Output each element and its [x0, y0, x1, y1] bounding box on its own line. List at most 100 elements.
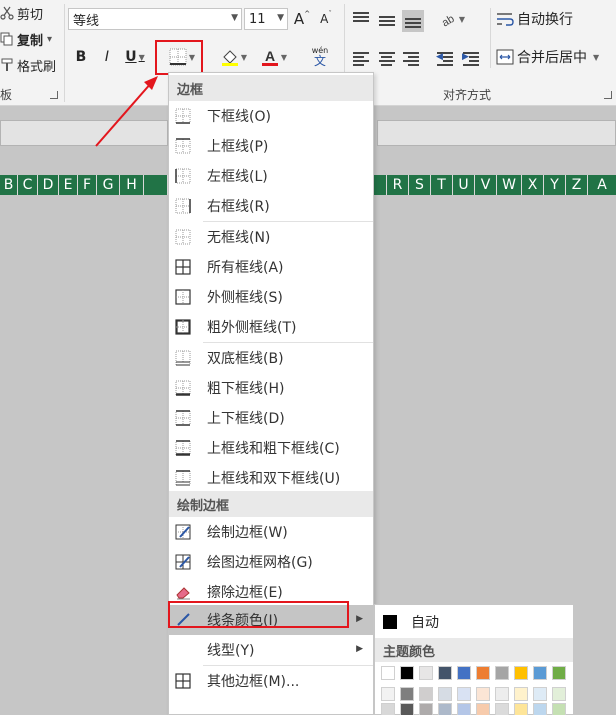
color-swatch[interactable] [419, 687, 433, 701]
color-swatch[interactable] [476, 666, 490, 680]
bottom-align-icon[interactable] [402, 10, 424, 32]
grow-font-button[interactable]: A ^ [292, 8, 312, 30]
column-header-u[interactable]: U [453, 175, 475, 195]
fill-color-button[interactable]: ▼ [216, 46, 252, 68]
column-header-q[interactable] [374, 175, 387, 195]
color-swatch[interactable] [381, 703, 395, 715]
color-swatch[interactable] [438, 687, 452, 701]
menu-item-thick-outside-borders[interactable]: 粗外侧框线(T) [169, 312, 373, 342]
color-swatch[interactable] [419, 703, 433, 715]
color-swatch[interactable] [533, 703, 547, 715]
color-swatch[interactable] [533, 666, 547, 680]
increase-indent-icon[interactable]: ▶ [462, 50, 480, 66]
color-swatch[interactable] [419, 666, 433, 680]
menu-item-label: 粗外侧框线(T) [207, 320, 297, 336]
align-center-icon[interactable] [378, 50, 396, 66]
auto-color-label: 自动 [411, 615, 439, 631]
underline-button[interactable]: U ▼ [122, 46, 148, 68]
middle-align-icon[interactable] [378, 12, 396, 28]
menu-item-draw-border-grid[interactable]: 绘图边框网格(G) [169, 547, 373, 577]
menu-item-label: 上框线和粗下框线(C) [207, 441, 340, 457]
column-header-v[interactable]: V [475, 175, 497, 195]
align-left-icon[interactable] [352, 50, 370, 66]
column-header-b[interactable]: B [0, 175, 18, 195]
color-swatch[interactable] [438, 666, 452, 680]
wrap-text-button[interactable]: 自动换行 [496, 8, 596, 30]
column-header-g[interactable]: G [97, 175, 120, 195]
font-name-select[interactable]: 等线 ▼ [68, 8, 242, 30]
phonetic-button[interactable]: wén 文 [302, 42, 338, 72]
cut-button[interactable]: 剪切 [0, 2, 43, 24]
color-swatch[interactable] [495, 687, 509, 701]
color-swatch[interactable] [514, 703, 528, 715]
menu-item-no-border[interactable]: 无框线(N) [169, 222, 373, 252]
copy-dropdown-icon[interactable]: ▾ [47, 34, 52, 45]
alignment-launcher-icon[interactable] [604, 91, 612, 99]
column-header-e[interactable]: E [59, 175, 78, 195]
column-header-f[interactable]: F [78, 175, 97, 195]
paint-bucket-icon [221, 50, 238, 66]
column-header-x[interactable]: X [522, 175, 544, 195]
column-header-i[interactable] [144, 175, 168, 195]
color-swatch[interactable] [552, 703, 566, 715]
color-swatch[interactable] [400, 666, 414, 680]
menu-item-all-borders[interactable]: 所有框线(A) [169, 252, 373, 282]
orientation-button[interactable]: ab ▼ [434, 8, 470, 30]
color-swatch[interactable] [514, 687, 528, 701]
bold-button[interactable]: B [72, 46, 90, 68]
color-swatch[interactable] [476, 703, 490, 715]
color-swatch[interactable] [495, 703, 509, 715]
column-header-s[interactable]: S [409, 175, 431, 195]
color-swatch[interactable] [400, 687, 414, 701]
color-swatch[interactable] [400, 703, 414, 715]
color-swatch[interactable] [381, 687, 395, 701]
column-header-w[interactable]: W [497, 175, 522, 195]
menu-item-more-borders[interactable]: 其他边框(M)... [169, 666, 373, 696]
menu-item-bottom-border[interactable]: 下框线(O) [169, 101, 373, 131]
shrink-font-button[interactable]: Aˇ [316, 8, 336, 30]
menu-item-top-double-bottom-border[interactable]: 上框线和双下框线(U) [169, 463, 373, 493]
column-header-t[interactable]: T [431, 175, 453, 195]
italic-button[interactable]: I [98, 46, 116, 68]
menu-item-double-bottom-border[interactable]: 双底框线(B) [169, 343, 373, 373]
align-right-icon[interactable] [402, 50, 420, 66]
color-swatch[interactable] [533, 687, 547, 701]
color-swatch[interactable] [495, 666, 509, 680]
column-header-y[interactable]: Y [544, 175, 566, 195]
column-header-r[interactable]: R [387, 175, 409, 195]
color-swatch[interactable] [438, 703, 452, 715]
color-swatch[interactable] [476, 687, 490, 701]
color-swatch[interactable] [552, 687, 566, 701]
column-header-h[interactable]: H [120, 175, 144, 195]
font-size-select[interactable]: 11 ▼ [244, 8, 288, 30]
column-header-d[interactable]: D [38, 175, 59, 195]
format-painter-button[interactable]: 格式刷 [0, 54, 56, 76]
color-swatch[interactable] [457, 687, 471, 701]
color-swatch[interactable] [514, 666, 528, 680]
menu-item-outside-borders[interactable]: 外侧框线(S) [169, 282, 373, 312]
merge-center-button[interactable]: 合并后居中 ▼ [496, 46, 614, 68]
menu-item-top-border[interactable]: 上框线(P) [169, 131, 373, 161]
menu-item-line-style[interactable]: 线型(Y) ▶ [169, 635, 373, 665]
menu-item-label: 外侧框线(S) [207, 290, 283, 306]
color-swatch[interactable] [552, 666, 566, 680]
color-swatch[interactable] [457, 666, 471, 680]
menu-item-top-thick-bottom-border[interactable]: 上框线和粗下框线(C) [169, 433, 373, 463]
color-swatch[interactable] [381, 666, 395, 680]
auto-color-option[interactable]: 自动 [375, 608, 573, 636]
color-swatch[interactable] [457, 703, 471, 715]
menu-item-left-border[interactable]: 左框线(L) [169, 161, 373, 191]
menu-item-top-bottom-border[interactable]: 上下框线(D) [169, 403, 373, 433]
menu-item-draw-border[interactable]: 绘制边框(W) [169, 517, 373, 547]
formula-input[interactable] [377, 120, 616, 146]
copy-button[interactable]: 复制 ▾ [0, 28, 52, 50]
clipboard-launcher-icon[interactable] [50, 91, 58, 99]
column-header-aa[interactable]: A [588, 175, 616, 195]
column-header-z[interactable]: Z [566, 175, 588, 195]
top-align-icon[interactable] [352, 10, 370, 26]
font-color-button[interactable]: A ▼ [256, 46, 292, 68]
menu-item-right-border[interactable]: 右框线(R) [169, 191, 373, 221]
column-header-c[interactable]: C [18, 175, 38, 195]
decrease-indent-icon[interactable]: ◀ [436, 50, 454, 66]
menu-item-thick-bottom-border[interactable]: 粗下框线(H) [169, 373, 373, 403]
